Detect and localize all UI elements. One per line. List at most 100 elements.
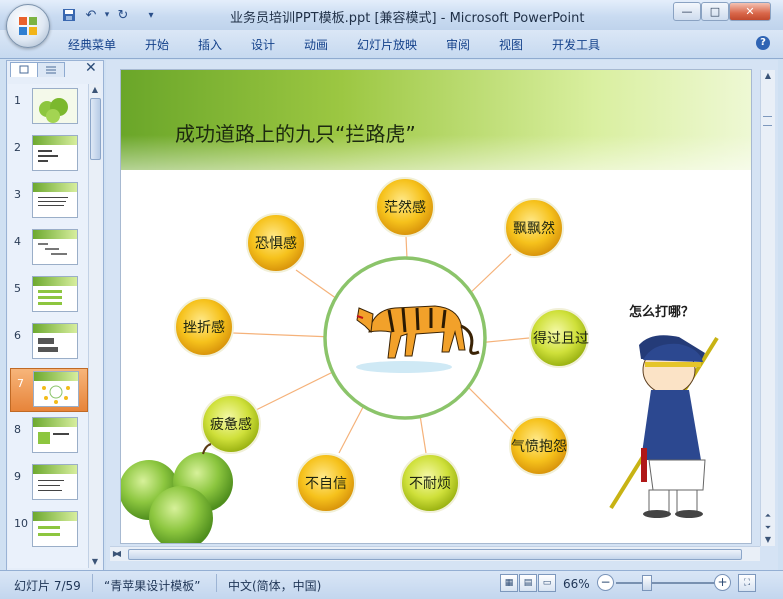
thumbnail-number: 1 [14, 94, 21, 107]
factor-circle[interactable]: 茫然感 [375, 177, 435, 237]
tab-animation[interactable]: 动画 [304, 36, 328, 53]
thumbnail-item[interactable]: 1 [8, 86, 88, 128]
slides-tab-icon [19, 65, 29, 74]
redo-icon[interactable]: ↻ [114, 6, 132, 24]
scroll-up-icon[interactable]: ▲ [762, 70, 774, 82]
thumbnail-number: 4 [14, 235, 21, 248]
thumbnail-item[interactable]: 8 [8, 415, 88, 457]
zoom-out-icon[interactable]: − [597, 574, 614, 591]
save-icon[interactable] [60, 6, 78, 24]
scroll-down-icon[interactable]: ▼ [89, 556, 101, 568]
thumbnail-number: 2 [14, 141, 21, 154]
thumbnail-image [32, 464, 78, 500]
thumbnail-image [32, 88, 78, 124]
slide-indicator: 幻灯片 7/59 [14, 579, 81, 593]
thumbnail-image [32, 276, 78, 312]
factor-label: 气愤抱怨 [511, 439, 567, 455]
window-title: 业务员培训PPT模板.ppt [兼容模式] - Microsoft PowerP… [230, 11, 585, 26]
theme-name: “青苹果设计模板” [104, 579, 201, 593]
thumbnail-number: 6 [14, 329, 21, 342]
factor-label: 不耐烦 [409, 476, 451, 492]
fit-window-icon[interactable]: ⛶ [738, 574, 756, 592]
tab-view[interactable]: 视图 [499, 36, 523, 53]
factor-label: 挫折感 [183, 319, 225, 336]
thumbnail-image [32, 229, 78, 265]
factor-label: 不自信 [305, 476, 347, 492]
cartoon-warrior-image [609, 335, 719, 518]
status-separator [92, 574, 93, 592]
thumbnail-number: 10 [14, 517, 28, 530]
factor-label: 恐惧感 [255, 235, 297, 252]
thumbnail-number: 8 [14, 423, 21, 436]
scroll-thumb[interactable] [128, 549, 742, 560]
tab-slideshow[interactable]: 幻灯片放映 [357, 36, 417, 53]
factor-circle[interactable]: 不自信 [296, 453, 356, 513]
outline-tab[interactable] [37, 62, 65, 77]
factor-circle[interactable]: 恐惧感 [246, 213, 306, 273]
green-apples-image [121, 443, 233, 543]
thumbnail-number: 9 [14, 470, 21, 483]
factor-label: 茫然感 [384, 199, 426, 216]
thumbnail-item[interactable]: 2 [8, 133, 88, 175]
horizontal-scrollbar[interactable]: ◀ ▶ [110, 546, 760, 561]
tab-classic-menu[interactable]: 经典菜单 [68, 36, 116, 53]
thumbnail-image [32, 417, 78, 453]
scroll-thumb[interactable] [763, 116, 772, 126]
thumbnail-item[interactable]: 3 [8, 180, 88, 222]
customize-icon[interactable]: ▾ [142, 6, 160, 24]
slides-tab[interactable] [10, 62, 38, 77]
tab-design[interactable]: 设计 [251, 36, 275, 53]
slide-sorter-icon[interactable]: ▤ [519, 574, 537, 592]
thumbnail-item[interactable]: 4 [8, 227, 88, 269]
normal-view-icon[interactable]: ▦ [500, 574, 518, 592]
scroll-right-icon[interactable]: ▶ [110, 548, 122, 560]
next-slide-icon[interactable]: ⏷ [762, 522, 774, 534]
tab-review[interactable]: 审阅 [446, 36, 470, 53]
factor-circle[interactable]: 飘飘然 [504, 198, 564, 258]
panel-close-icon[interactable]: ✕ [85, 60, 97, 76]
thumbnail-item-selected[interactable]: 7 [10, 368, 88, 412]
thumbnail-image [32, 323, 78, 359]
factor-circle[interactable]: 得过且过 [529, 308, 589, 368]
zoom-in-icon[interactable]: + [714, 574, 731, 591]
thumbnail-image [32, 135, 78, 171]
language-indicator[interactable]: 中文(简体，中国) [228, 577, 321, 594]
factor-circle[interactable]: 不耐烦 [400, 453, 460, 513]
factor-circle[interactable]: 气愤抱怨 [509, 416, 569, 476]
thumbnail-number: 3 [14, 188, 21, 201]
tab-developer[interactable]: 开发工具 [552, 36, 600, 53]
slideshow-icon[interactable]: ▭ [538, 574, 556, 592]
scroll-up-icon[interactable]: ▲ [89, 84, 101, 96]
outline-tab-icon [46, 66, 56, 74]
maximize-button[interactable]: □ [701, 2, 729, 21]
thumbnail-item[interactable]: 5 [8, 274, 88, 316]
help-icon[interactable]: ? [756, 36, 770, 50]
tab-insert[interactable]: 插入 [198, 36, 222, 53]
office-button[interactable] [6, 4, 50, 48]
slide-scrollbar[interactable]: ▲ ⏶ ⏷ ▼ [760, 70, 775, 546]
thumbnail-number: 5 [14, 282, 21, 295]
scroll-thumb[interactable] [90, 98, 101, 160]
status-separator [216, 574, 217, 592]
slide-title[interactable]: 成功道路上的九只“拦路虎” [175, 118, 416, 147]
factor-label: 得过且过 [533, 330, 589, 347]
zoom-slider-thumb[interactable] [642, 575, 652, 591]
zoom-slider-track[interactable] [616, 582, 716, 584]
slide-canvas[interactable]: 成功道路上的九只“拦路虎” 茫然感 飘飘然 得过且过 气愤抱怨 不耐烦 不自信 … [121, 70, 751, 543]
scroll-down-icon[interactable]: ▼ [762, 534, 774, 546]
factor-label: 疲惫感 [210, 416, 252, 433]
thumbnail-item[interactable]: 6 [8, 321, 88, 363]
callout-text: 怎么打哪？ [629, 304, 694, 320]
prev-slide-icon[interactable]: ⏶ [762, 510, 774, 522]
tab-home[interactable]: 开始 [145, 36, 169, 53]
thumbnail-item[interactable]: 10 [8, 509, 88, 551]
office-logo-icon [19, 17, 37, 35]
zoom-level[interactable]: 66% [563, 577, 590, 591]
minimize-button[interactable]: — [673, 2, 701, 21]
factor-circle[interactable]: 挫折感 [174, 297, 234, 357]
thumbnail-image [32, 182, 78, 218]
thumbnail-scrollbar[interactable]: ▲ ▼ [88, 84, 101, 568]
close-button[interactable]: ✕ [729, 2, 771, 21]
thumbnail-list: 1 2 3 4 5 6 7 8 9 10 [8, 84, 88, 568]
thumbnail-item[interactable]: 9 [8, 462, 88, 504]
